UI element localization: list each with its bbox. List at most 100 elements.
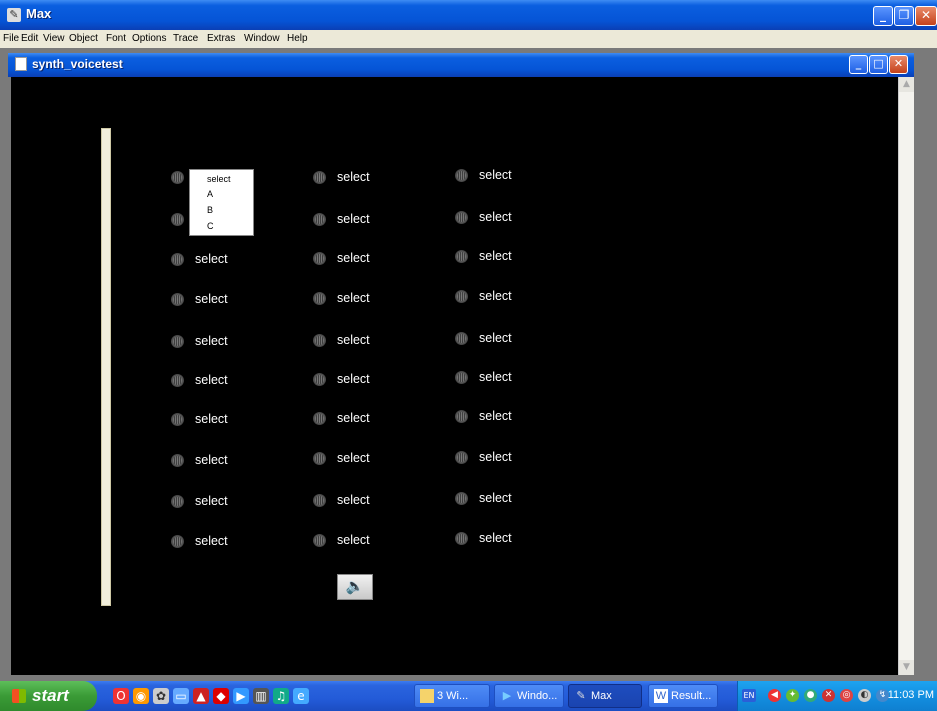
maximize-button[interactable]: ❐ xyxy=(894,6,914,26)
menu-options[interactable]: Options xyxy=(132,33,166,44)
menu-view[interactable]: View xyxy=(43,33,65,44)
umenu-label[interactable]: select xyxy=(479,531,512,545)
umenu-label[interactable]: select xyxy=(479,450,512,464)
umenu-knob-icon[interactable] xyxy=(455,451,468,464)
umenu-label[interactable]: select xyxy=(337,212,370,226)
umenu-label[interactable]: select xyxy=(479,168,512,182)
task-results-doc[interactable]: W Result... xyxy=(648,684,718,708)
umenu-knob-icon[interactable] xyxy=(313,452,326,465)
umenu-label[interactable]: select xyxy=(337,251,370,265)
minimize-button[interactable]: _ xyxy=(873,6,893,26)
task-max[interactable]: ✎ Max xyxy=(568,684,642,708)
menu-object[interactable]: Object xyxy=(69,33,98,44)
umenu-label[interactable]: select xyxy=(479,370,512,384)
umenu-popup[interactable]: select A B C xyxy=(189,169,254,236)
quicklaunch-acrobat-icon[interactable]: ▲ xyxy=(193,688,209,704)
tray-volume-icon[interactable]: ◐ xyxy=(858,689,871,702)
start-button[interactable]: start xyxy=(0,681,97,711)
umenu-label[interactable]: select xyxy=(479,249,512,263)
menu-window[interactable]: Window xyxy=(244,33,280,44)
popup-item-b[interactable]: B xyxy=(207,205,213,215)
umenu-knob-icon[interactable] xyxy=(313,252,326,265)
umenu-knob-icon[interactable] xyxy=(171,535,184,548)
umenu-knob-icon[interactable] xyxy=(171,374,184,387)
umenu-label[interactable]: select xyxy=(479,331,512,345)
quicklaunch-chart-icon[interactable]: ▥ xyxy=(253,688,269,704)
umenu-knob-icon[interactable] xyxy=(313,494,326,507)
quicklaunch-itunes-icon[interactable]: ♫ xyxy=(273,688,289,704)
popup-item-select[interactable]: select xyxy=(207,174,231,184)
menu-help[interactable]: Help xyxy=(287,33,308,44)
umenu-knob-icon[interactable] xyxy=(171,335,184,348)
umenu-label[interactable]: select xyxy=(337,333,370,347)
menu-edit[interactable]: Edit xyxy=(21,33,38,44)
umenu-label[interactable]: select xyxy=(479,409,512,423)
umenu-label[interactable]: select xyxy=(337,411,370,425)
umenu-knob-icon[interactable] xyxy=(171,253,184,266)
quicklaunch-app-icon[interactable]: ◆ xyxy=(213,688,229,704)
menu-file[interactable]: File xyxy=(3,33,19,44)
umenu-label[interactable]: select xyxy=(195,292,228,306)
popup-item-c[interactable]: C xyxy=(207,221,214,231)
umenu-label[interactable]: select xyxy=(195,373,228,387)
umenu-label[interactable]: select xyxy=(195,534,228,548)
umenu-knob-icon[interactable] xyxy=(313,171,326,184)
umenu-knob-icon[interactable] xyxy=(313,373,326,386)
umenu-label[interactable]: select xyxy=(195,252,228,266)
umenu-knob-icon[interactable] xyxy=(171,293,184,306)
umenu-label[interactable]: select xyxy=(337,493,370,507)
vertical-slider[interactable] xyxy=(101,128,111,606)
umenu-knob-icon[interactable] xyxy=(313,534,326,547)
umenu-knob-icon[interactable] xyxy=(455,492,468,505)
umenu-knob-icon[interactable] xyxy=(171,495,184,508)
app-title-bar[interactable]: ✎ Max _ ❐ ✕ xyxy=(0,0,937,30)
tray-network-icon[interactable]: ● xyxy=(804,689,817,702)
umenu-label[interactable]: select xyxy=(479,491,512,505)
task-explorer[interactable]: 3 Wi... xyxy=(414,684,490,708)
umenu-knob-icon[interactable] xyxy=(313,334,326,347)
tray-security-icon[interactable]: ✕ xyxy=(822,689,835,702)
menu-font[interactable]: Font xyxy=(106,33,126,44)
umenu-label[interactable]: select xyxy=(195,453,228,467)
patch-vertical-scrollbar[interactable]: ▲ ▼ xyxy=(898,77,914,675)
umenu-label[interactable]: select xyxy=(337,170,370,184)
tray-antivirus-icon[interactable]: ◎ xyxy=(840,689,853,702)
speaker-toggle-button[interactable]: 🔈 xyxy=(337,574,373,600)
umenu-label[interactable]: select xyxy=(195,412,228,426)
tray-app-icon[interactable]: ✦ xyxy=(786,689,799,702)
patch-minimize-button[interactable]: _ xyxy=(849,55,868,74)
quicklaunch-desktop-icon[interactable]: ▭ xyxy=(173,688,189,704)
language-indicator[interactable]: EN xyxy=(742,689,756,702)
umenu-label[interactable]: select xyxy=(195,334,228,348)
umenu-knob-icon[interactable] xyxy=(313,292,326,305)
patch-maximize-button[interactable]: □ xyxy=(869,55,888,74)
umenu-knob-icon[interactable] xyxy=(455,250,468,263)
tray-arrow-icon[interactable]: ◀ xyxy=(768,689,781,702)
quicklaunch-tool-icon[interactable]: ✿ xyxy=(153,688,169,704)
umenu-knob-icon[interactable] xyxy=(171,171,184,184)
quicklaunch-firefox-icon[interactable]: ◉ xyxy=(133,688,149,704)
patch-close-button[interactable]: ✕ xyxy=(889,55,908,74)
umenu-knob-icon[interactable] xyxy=(455,532,468,545)
mdi-scrollbar[interactable] xyxy=(914,48,937,681)
umenu-knob-icon[interactable] xyxy=(171,213,184,226)
umenu-label[interactable]: select xyxy=(337,533,370,547)
scroll-up-arrow-icon[interactable]: ▲ xyxy=(899,77,914,92)
umenu-knob-icon[interactable] xyxy=(313,412,326,425)
umenu-label[interactable]: select xyxy=(337,372,370,386)
umenu-label[interactable]: select xyxy=(479,210,512,224)
umenu-knob-icon[interactable] xyxy=(455,290,468,303)
umenu-knob-icon[interactable] xyxy=(313,213,326,226)
umenu-knob-icon[interactable] xyxy=(455,371,468,384)
umenu-label[interactable]: select xyxy=(337,291,370,305)
menu-extras[interactable]: Extras xyxy=(207,33,235,44)
task-media-player[interactable]: ▶ Windo... xyxy=(494,684,564,708)
umenu-knob-icon[interactable] xyxy=(171,413,184,426)
umenu-knob-icon[interactable] xyxy=(455,410,468,423)
umenu-knob-icon[interactable] xyxy=(171,454,184,467)
close-button[interactable]: ✕ xyxy=(915,6,937,26)
scroll-down-arrow-icon[interactable]: ▼ xyxy=(899,660,914,675)
popup-item-a[interactable]: A xyxy=(207,189,213,199)
umenu-knob-icon[interactable] xyxy=(455,169,468,182)
umenu-label[interactable]: select xyxy=(195,494,228,508)
